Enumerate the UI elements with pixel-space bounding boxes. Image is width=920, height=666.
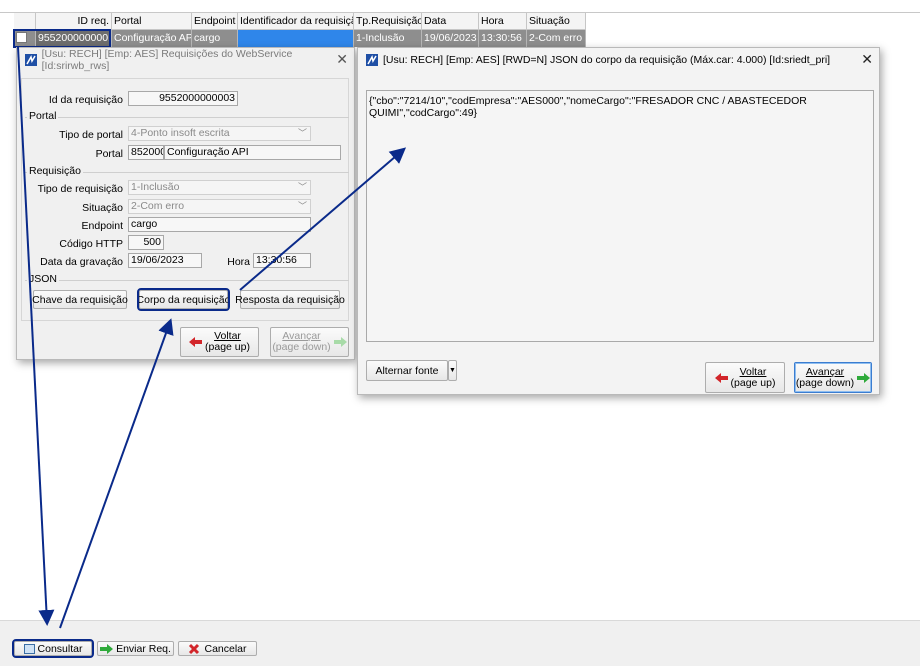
send-arrow-icon [100, 643, 114, 654]
http-label: Código HTTP [59, 238, 123, 250]
id-label: Id da requisição [48, 94, 123, 106]
col-header-identificador[interactable]: Identificador da requisição [238, 13, 354, 30]
portal-group-label: Portal [27, 110, 59, 122]
data-gravacao-field[interactable]: 19/06/2023 [128, 253, 202, 268]
cancelar-button[interactable]: Cancelar [178, 641, 257, 656]
requisicoes-window: [Usu: RECH] [Emp: AES] Requisições do We… [16, 47, 355, 360]
requisicoes-titlebar: [Usu: RECH] [Emp: AES] Requisições do We… [17, 48, 354, 72]
col-header-endpoint[interactable]: Endpoint [192, 13, 238, 30]
row-portal[interactable]: Configuração API [112, 30, 192, 47]
grid-top-area [0, 0, 920, 13]
row-situacao[interactable]: 2-Com erro [527, 30, 586, 47]
situacao-value: 2-Com erro [131, 200, 185, 212]
chevron-down-icon: ﹀ [297, 182, 307, 192]
col-header-tipo[interactable]: Tp.Requisição [354, 13, 422, 30]
col-header-situacao[interactable]: Situação [527, 13, 586, 30]
endpoint-label: Endpoint [81, 220, 123, 232]
chave-requisicao-button[interactable]: Chave da requisição [32, 290, 128, 309]
corpo-requisicao-button[interactable]: Corpo da requisição [137, 288, 231, 311]
json-group-label: JSON [27, 273, 60, 285]
endpoint-field[interactable]: cargo [128, 217, 311, 232]
dropdown-arrow-icon: ▼ [449, 367, 456, 374]
col-header-hora[interactable]: Hora [479, 13, 527, 30]
chevron-down-icon: ﹀ [297, 128, 307, 138]
tipo-portal-label: Tipo de portal [59, 129, 123, 141]
col-header-id[interactable]: ID req. [36, 13, 112, 30]
arrow-left-icon [189, 337, 203, 347]
tipo-req-label: Tipo de requisição [37, 183, 123, 195]
row-hora[interactable]: 13:30:56 [479, 30, 527, 47]
col-header-select[interactable] [14, 13, 36, 30]
row-data[interactable]: 19/06/2023 [422, 30, 479, 47]
tipo-req-select[interactable]: 1-Inclusão ﹀ [128, 180, 311, 195]
requisicao-group-label: Requisição [27, 165, 83, 177]
cancelar-label: Cancelar [204, 642, 247, 655]
json-voltar-button[interactable]: Voltar (page up) [705, 362, 785, 393]
avancar-button[interactable]: Avançar (page down) [270, 327, 349, 357]
close-icon[interactable]: ✕ [861, 51, 873, 68]
data-gravacao-label: Data da gravação [40, 256, 123, 268]
chevron-down-icon: ﹀ [297, 201, 307, 211]
situacao-select[interactable]: 2-Com erro ﹀ [128, 199, 311, 214]
row-highlight-box [13, 29, 111, 48]
alternar-fonte-button[interactable]: Alternar fonte [366, 360, 448, 381]
situacao-label: Situação [82, 202, 123, 214]
json-avancar-button[interactable]: Avançar (page down) [794, 362, 872, 393]
row-endpoint[interactable]: cargo [192, 30, 238, 47]
enviar-label: Enviar Req. [116, 642, 171, 655]
portal-name-field[interactable]: Configuração API [164, 145, 341, 160]
close-icon[interactable]: ✕ [336, 51, 348, 68]
voltar-sub-label: (page up) [205, 341, 250, 353]
json-group: JSON [25, 273, 349, 285]
app-logo-icon [24, 53, 38, 67]
app-logo-icon [365, 53, 379, 67]
status-strip [0, 620, 920, 634]
consultar-button[interactable]: Consultar [12, 639, 94, 658]
resposta-requisicao-button[interactable]: Resposta da requisição [235, 290, 345, 309]
col-header-portal[interactable]: Portal [112, 13, 192, 30]
arrow-consultar-to-corpo [59, 318, 174, 629]
hora-field[interactable]: 13:30:56 [253, 253, 311, 268]
col-header-data[interactable]: Data [422, 13, 479, 30]
portal-group: Portal [25, 110, 349, 122]
requisicoes-title: [Usu: RECH] [Emp: AES] Requisições do We… [41, 48, 293, 72]
cancel-x-icon [189, 643, 200, 654]
tipo-portal-value: 4-Ponto insoft escrita [131, 127, 230, 139]
consultar-label: Consultar [37, 642, 83, 655]
row-tipo[interactable]: 1-Inclusão [354, 30, 422, 47]
portal-code-field[interactable]: 8520001 [128, 145, 164, 160]
json-body-textarea[interactable]: {"cbo":"7214/10","codEmpresa":"AES000","… [366, 90, 874, 342]
id-field[interactable]: 9552000000003 [128, 91, 238, 106]
arrow-right-icon [333, 337, 347, 347]
json-titlebar: [Usu: RECH] [Emp: AES] [RWD=N] JSON do c… [358, 48, 879, 72]
arrow-left-icon [714, 372, 728, 383]
row-identificador[interactable] [238, 30, 354, 47]
alternar-fonte-dropdown[interactable]: ▼ [448, 360, 457, 381]
avancar-sub-label: (page down) [272, 341, 331, 353]
bottom-toolbar: Consultar Enviar Req. Cancelar [0, 634, 920, 666]
voltar-button[interactable]: Voltar (page up) [180, 327, 259, 357]
json-dialog: [Usu: RECH] [Emp: AES] [RWD=N] JSON do c… [357, 47, 880, 395]
portal-label: Portal [95, 148, 123, 160]
enviar-button[interactable]: Enviar Req. [97, 641, 174, 656]
json-title: [Usu: RECH] [Emp: AES] [RWD=N] JSON do c… [383, 54, 831, 66]
tipo-req-value: 1-Inclusão [131, 181, 180, 193]
http-code-field[interactable]: 500 [128, 235, 164, 250]
hora-label: Hora [227, 256, 250, 268]
search-icon [23, 643, 35, 654]
json-voltar-sub-label: (page up) [730, 376, 776, 389]
json-avancar-sub-label: (page down) [795, 376, 855, 389]
grid-header: ID req. Portal Endpoint Identificador da… [14, 13, 586, 30]
requisicao-group: Requisição [25, 165, 349, 177]
arrow-right-icon [857, 372, 871, 383]
tipo-portal-select[interactable]: 4-Ponto insoft escrita ﹀ [128, 126, 311, 141]
